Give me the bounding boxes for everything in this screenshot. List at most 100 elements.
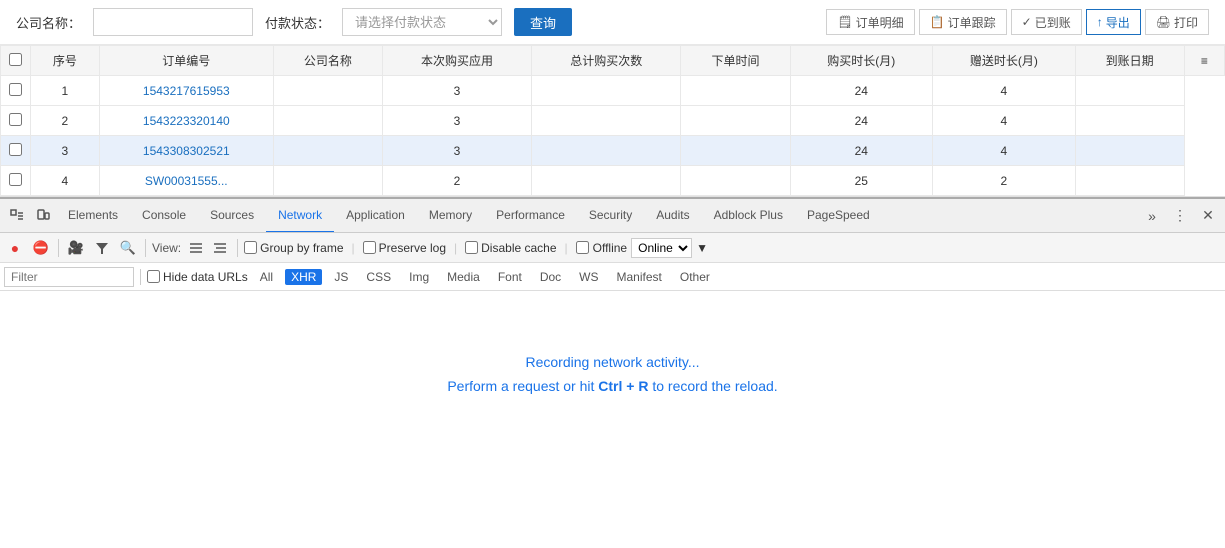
filter-img-btn[interactable]: Img [403,269,435,285]
hint-prefix: Perform a request or hit [447,378,598,394]
view-tree-icon[interactable] [209,237,231,259]
header-total: 总计购买次数 [532,46,681,76]
devtools-tab-bar: Elements Console Sources Network Applica… [0,199,1225,233]
filter-css-btn[interactable]: CSS [360,269,397,285]
group-by-frame-checkbox[interactable] [244,241,257,254]
row-2-check[interactable] [1,106,31,136]
header-more[interactable]: ≡ [1184,46,1224,76]
hide-data-urls-label[interactable]: Hide data URLs [147,270,248,284]
filter-divider [140,269,141,285]
filter-doc-btn[interactable]: Doc [534,269,567,285]
export-icon: ↑ [1097,15,1103,29]
row-3-gift: 4 [933,136,1076,166]
filter-xhr-btn[interactable]: XHR [285,269,322,285]
data-table-container: 序号 订单编号 公司名称 本次购买应用 总计购买次数 下单时间 购买时长(月) … [0,45,1225,196]
divider-1 [58,239,59,257]
order-track-button[interactable]: 📋 订单跟踪 [919,9,1007,35]
status-select[interactable]: 请选择付款状态 [342,8,502,36]
tab-audits[interactable]: Audits [644,199,701,233]
more-tabs-icon[interactable]: » [1139,203,1165,229]
row-2-seq: 2 [31,106,100,136]
network-empty-state: Recording network activity... Perform a … [0,291,1225,457]
received-button[interactable]: ✓ 已到账 [1011,9,1082,35]
devtools-close-icon[interactable]: ✕ [1195,203,1221,229]
query-button[interactable]: 查询 [514,8,572,36]
tab-elements[interactable]: Elements [56,199,130,233]
filter-media-btn[interactable]: Media [441,269,486,285]
print-icon: 🖨 [1156,15,1171,29]
row-2-gift: 4 [933,106,1076,136]
preserve-log-label[interactable]: Preserve log [363,241,446,255]
filter-js-btn[interactable]: JS [328,269,354,285]
row-2-duration: 24 [790,106,933,136]
record-button[interactable]: ● [4,237,26,259]
print-button[interactable]: 🖨 打印 [1145,9,1209,35]
row-3-app: 3 [382,136,531,166]
row-4-order[interactable]: SW00031555... [99,166,273,196]
tab-network[interactable]: Network [266,199,334,233]
order-detail-button[interactable]: 🗒 订单明细 [826,9,914,35]
row-2-order[interactable]: 1543223320140 [99,106,273,136]
filter-ws-btn[interactable]: WS [573,269,604,285]
tab-application[interactable]: Application [334,199,417,233]
search-button[interactable]: 🔍 [117,237,139,259]
filter-toggle-button[interactable] [91,237,113,259]
devtools-menu-icon[interactable]: ⋮ [1167,203,1193,229]
divider-3 [237,239,238,257]
throttle-select[interactable]: Online [631,238,692,258]
row-4-app: 2 [382,166,531,196]
tab-security[interactable]: Security [577,199,644,233]
row-2-company [273,106,382,136]
row-4-check[interactable] [1,166,31,196]
row-2-total [532,106,681,136]
company-input[interactable] [93,8,253,36]
view-icons [185,237,231,259]
export-button[interactable]: ↑ 导出 [1086,9,1141,35]
tab-console[interactable]: Console [130,199,198,233]
header-order-id: 订单编号 [99,46,273,76]
tab-performance[interactable]: Performance [484,199,577,233]
view-list-icon[interactable] [185,237,207,259]
tab-pagespeed[interactable]: PageSpeed [795,199,882,233]
row-3-total [532,136,681,166]
filter-other-btn[interactable]: Other [674,269,716,285]
orders-table: 序号 订单编号 公司名称 本次购买应用 总计购买次数 下单时间 购买时长(月) … [0,45,1225,196]
row-3-duration: 24 [790,136,933,166]
row-3-check[interactable] [1,136,31,166]
row-3-time [681,136,790,166]
row-1-check[interactable] [1,76,31,106]
row-1-app: 3 [382,76,531,106]
camera-button[interactable]: 🎥 [65,237,87,259]
disable-cache-label[interactable]: Disable cache [465,241,556,255]
tab-adblock[interactable]: Adblock Plus [702,199,795,233]
header-duration: 购买时长(月) [790,46,933,76]
hide-data-urls-checkbox[interactable] [147,270,160,283]
select-all-checkbox[interactable] [9,53,22,66]
company-label: 公司名称： [16,13,81,32]
clear-button[interactable]: ⛔ [30,237,52,259]
filter-input[interactable] [4,267,134,287]
row-2-arrive [1075,106,1184,136]
filter-font-btn[interactable]: Font [492,269,528,285]
row-3-seq: 3 [31,136,100,166]
hint-suffix: to record the reload. [648,378,777,394]
row-4-time [681,166,790,196]
group-by-frame-label[interactable]: Group by frame [244,241,343,255]
row-1-arrive [1075,76,1184,106]
preserve-log-checkbox[interactable] [363,241,376,254]
filter-all-btn[interactable]: All [254,269,279,285]
devtools-device-icon[interactable] [30,203,56,229]
row-2-app: 3 [382,106,531,136]
tab-sources[interactable]: Sources [198,199,266,233]
header-gift: 赠送时长(月) [933,46,1076,76]
reload-hint: Perform a request or hit Ctrl + R to rec… [447,378,777,394]
row-1-order[interactable]: 1543217615953 [99,76,273,106]
tab-memory[interactable]: Memory [417,199,484,233]
header-checkbox[interactable] [1,46,31,76]
filter-manifest-btn[interactable]: Manifest [611,269,668,285]
disable-cache-checkbox[interactable] [465,241,478,254]
row-3-order[interactable]: 1543308302521 [99,136,273,166]
devtools-inspect-icon[interactable] [4,203,30,229]
row-1-gift: 4 [933,76,1076,106]
offline-checkbox[interactable] [576,241,589,254]
